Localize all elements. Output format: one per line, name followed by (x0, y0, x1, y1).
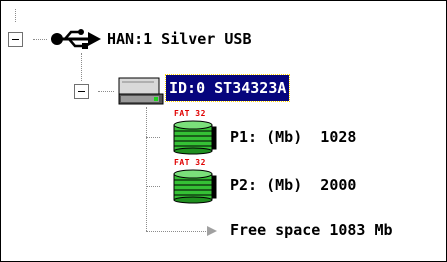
disk-stack-icon (173, 169, 217, 204)
tree-guide-line (98, 91, 114, 92)
partition-label[interactable]: P2: (Mb) 2000 (230, 175, 356, 195)
free-space-label[interactable]: Free space 1083 Mb (230, 220, 393, 240)
arrow-right-icon (207, 226, 217, 236)
hard-drive-icon (118, 77, 164, 105)
filesystem-tag: FAT 32 (174, 109, 206, 118)
collapse-toggle-host[interactable] (8, 32, 23, 47)
tree-guide-line (33, 39, 47, 40)
usb-icon (51, 29, 101, 49)
disk-stack-icon (173, 120, 217, 155)
device-tree-panel: HAN:1 Silver USB ID:0 ST34323A FAT 32 P1… (0, 0, 447, 262)
filesystem-tag: FAT 32 (174, 158, 206, 167)
tree-guide-line (146, 186, 160, 187)
device-label[interactable]: ID:0 ST34323A (164, 74, 291, 102)
host-label[interactable]: HAN:1 Silver USB (107, 29, 252, 49)
tree-guide-line (15, 9, 16, 22)
tree-guide-line (146, 231, 206, 232)
tree-guide-line (146, 137, 160, 138)
tree-guide-line (146, 107, 147, 231)
tree-guide-line (81, 53, 82, 81)
partition-label[interactable]: P1: (Mb) 1028 (230, 127, 356, 147)
collapse-toggle-device[interactable] (74, 84, 89, 99)
